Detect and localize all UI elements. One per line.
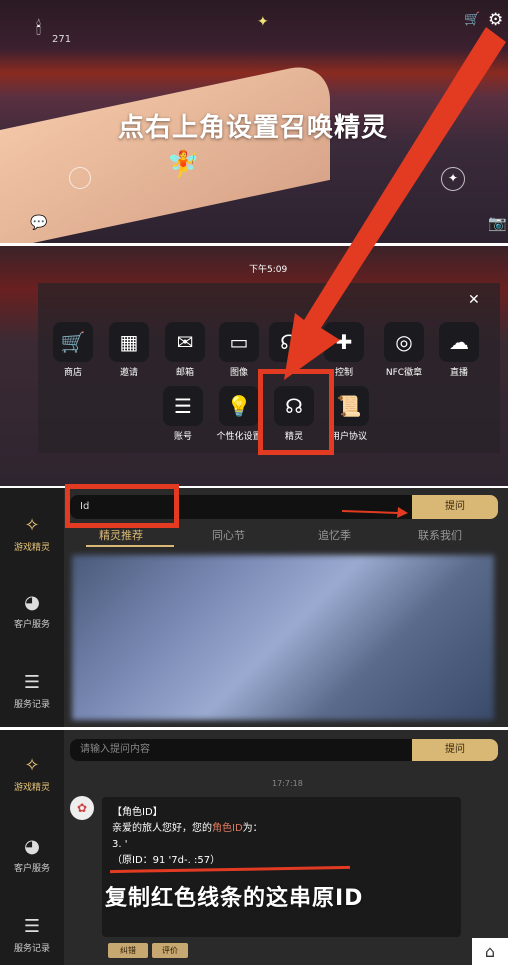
sprite-logo-icon: ✧ [24,515,40,536]
menu-item-battery[interactable]: ▭ 图像 [214,322,264,378]
account-icon: ☰ [163,386,203,426]
menu-label: 个性化设置 [216,432,262,442]
tab-contact-us[interactable]: 联系我们 [418,527,462,543]
menu-item-cart[interactable]: 🛒 商店 [48,322,98,378]
ask-button[interactable]: 提问 [412,739,498,761]
shop-cart-icon[interactable]: 🛒 [464,12,480,27]
small-red-arrow [341,507,408,518]
menu-label: 邀请 [119,368,138,378]
player-character: 🧚 [167,150,200,180]
menu-label: NFC徽章 [385,368,423,378]
headset-icon: ☊ [269,322,309,362]
menu-item-headset[interactable]: ☊ [264,322,314,365]
gamepad-icon: ✚ [324,322,364,362]
active-tab-indicator [86,545,174,547]
sidebar-item-customer-service[interactable]: ◕ 客户服务 [0,836,64,874]
chat-bubble-icon[interactable]: 💬 [30,215,47,231]
candle-count: 271 [52,34,72,45]
service-icon: ◕ [24,592,40,613]
chat-title: 【角色ID】 [112,807,163,818]
sidebar-item-service-record[interactable]: ☰ 服务记录 [0,916,64,954]
sidebar-item-customer-service[interactable]: ◕ 客户服务 [0,592,64,630]
live-icon: ☁ [439,322,479,362]
menu-item-live[interactable]: ☁ 直播 [434,322,484,378]
bot-avatar: ✿ [70,796,94,820]
record-icon: ☰ [23,916,41,937]
chat-timestamp: 17:7:18 [272,779,303,788]
sidebar-item-game-sprite[interactable]: ✧ 游戏精灵 [0,755,64,793]
candle-icon: 🕯 [36,18,42,39]
sparkle-action-icon[interactable]: ✦ [441,167,465,191]
menu-item-account[interactable]: ☰ 账号 [158,386,208,442]
menu-label: 邮箱 [175,368,194,378]
caption-summon: 点右上角设置召唤精灵 [118,113,389,143]
home-icon[interactable]: ⌂ [472,938,508,965]
qr-icon: ▦ [109,322,149,362]
caption-copy-id: 复制红色线条的这串原ID [105,886,364,911]
cart-icon: 🛒 [53,322,93,362]
battery-icon: ▭ [219,322,259,362]
menu-label: 账号 [173,432,192,442]
bulb-icon: 💡 [219,386,259,426]
chat-line2: 3. ' [112,839,128,850]
game-scene-panel: 🕯 271 ✦ 🛒 ⚙ 点右上角设置召唤精灵 ✦ 💬 📷 🧚 [0,0,508,243]
sidebar-item-service-record[interactable]: ☰ 服务记录 [0,672,64,710]
tab-memory-season[interactable]: 追忆季 [318,527,351,543]
menu-item-nfc[interactable]: ◎ NFC徽章 [379,322,429,378]
correct-button[interactable]: 纠错 [108,943,148,958]
service-icon: ◕ [24,836,40,857]
menu-item-qr[interactable]: ▦ 邀请 [104,322,154,378]
scroll-icon: 📜 [329,386,369,426]
joystick-ring-icon[interactable] [69,167,91,189]
sidebar-item-game-sprite[interactable]: ✧ 游戏精灵 [0,515,64,553]
camera-icon[interactable]: 📷 [488,214,507,232]
close-icon[interactable]: ✕ [468,292,480,308]
winged-light-icon: ✦ [257,14,269,30]
clock-time: 下午5:09 [249,265,288,275]
rate-button[interactable]: 评价 [152,943,188,958]
menu-label: 直播 [449,368,468,378]
blurred-banner-image[interactable] [72,555,494,720]
mail-icon: ✉ [165,322,205,362]
tab-heart-festival[interactable]: 同心节 [212,527,245,543]
chat-line1: 亲爱的旅人您好，您的角色ID为： [112,823,263,834]
menu-item-bulb[interactable]: 💡 个性化设置 [214,386,264,442]
menu-label: 图像 [229,368,248,378]
settings-gear-icon[interactable]: ⚙ [488,10,503,30]
nfc-icon: ◎ [384,322,424,362]
record-icon: ☰ [23,672,41,693]
search-input[interactable]: 请输入提问内容 [70,739,412,761]
search-highlight-box [65,484,179,528]
menu-label: 商店 [63,368,82,378]
sprite-logo-icon: ✧ [24,755,40,776]
sand-slope [0,59,330,243]
sprite-highlight-box [258,369,334,455]
menu-item-mail[interactable]: ✉ 邮箱 [160,322,210,378]
ask-button[interactable]: 提问 [412,495,498,519]
tab-sprite-recommend[interactable]: 精灵推荐 [99,527,143,543]
